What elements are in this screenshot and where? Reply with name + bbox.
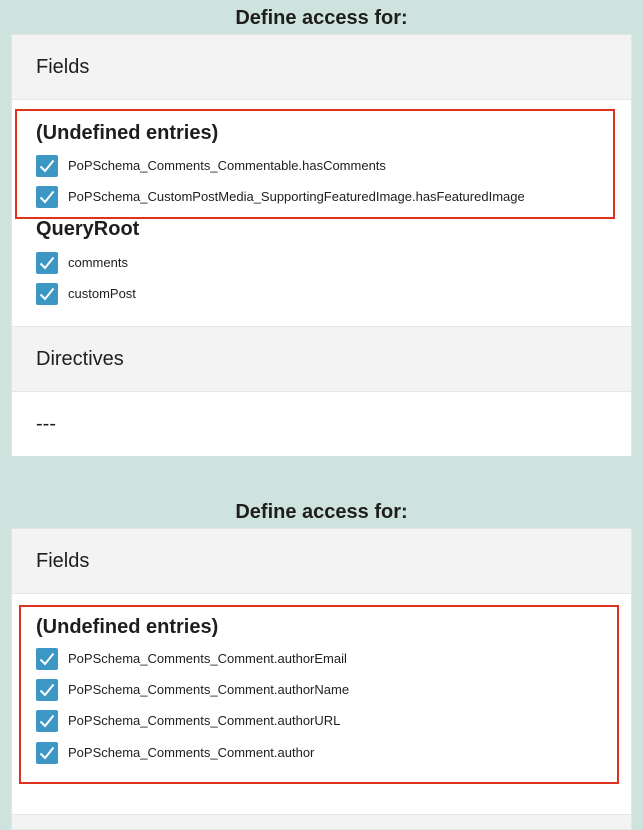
- checkbox-checked-icon[interactable]: [36, 647, 58, 670]
- checkbox-checked-icon[interactable]: [36, 741, 58, 764]
- field-label: PoPSchema_Comments_Comment.authorName: [68, 682, 350, 698]
- checkbox-checked-icon[interactable]: [36, 185, 58, 208]
- access-panel: Fields (Undefined entries) PoPSchema_Com…: [11, 34, 632, 456]
- group-title-undefined: (Undefined entries): [36, 616, 219, 638]
- next-section-header: [12, 814, 631, 830]
- field-label: PoPSchema_Comments_Commentable.hasCommen…: [68, 158, 386, 174]
- field-row[interactable]: PoPSchema_Comments_Comment.authorName: [36, 674, 349, 706]
- fields-list: (Undefined entries) PoPSchema_Comments_C…: [12, 100, 631, 326]
- field-row[interactable]: PoPSchema_CustomPostMedia_SupportingFeat…: [36, 181, 525, 213]
- field-row[interactable]: comments: [36, 247, 128, 279]
- field-row[interactable]: customPost: [36, 278, 136, 310]
- checkbox-checked-icon[interactable]: [36, 154, 58, 177]
- directives-header: Directives: [12, 326, 631, 392]
- field-label: PoPSchema_CustomPostMedia_SupportingFeat…: [68, 189, 525, 205]
- access-block-2: Define access for: Fields (Undefined ent…: [0, 494, 643, 830]
- fields-header: Fields: [12, 529, 631, 594]
- checkbox-checked-icon[interactable]: [36, 709, 58, 732]
- fields-header: Fields: [12, 35, 631, 100]
- directives-value: ---: [36, 413, 56, 435]
- field-label: comments: [68, 255, 128, 271]
- group-title-queryroot: QueryRoot: [36, 218, 140, 240]
- access-block-1: Define access for: Fields (Undefined ent…: [0, 0, 643, 456]
- checkbox-checked-icon[interactable]: [36, 282, 58, 305]
- field-label: customPost: [68, 286, 136, 302]
- field-row[interactable]: PoPSchema_Comments_Comment.author: [36, 737, 314, 769]
- field-label: PoPSchema_Comments_Comment.author: [68, 745, 315, 761]
- field-label: PoPSchema_Comments_Comment.authorURL: [68, 713, 341, 729]
- field-row[interactable]: PoPSchema_Comments_Comment.authorURL: [36, 705, 340, 737]
- access-panel: Fields (Undefined entries) PoPSchema_Com…: [11, 528, 632, 830]
- block-title: Define access for:: [235, 7, 408, 29]
- field-label: PoPSchema_Comments_Comment.authorEmail: [68, 651, 347, 667]
- fields-list: (Undefined entries) PoPSchema_Comments_C…: [12, 594, 631, 814]
- block-title: Define access for:: [235, 501, 408, 523]
- field-row[interactable]: PoPSchema_Comments_Commentable.hasCommen…: [36, 150, 386, 182]
- field-row[interactable]: PoPSchema_Comments_Comment.authorEmail: [36, 643, 347, 675]
- checkbox-checked-icon[interactable]: [36, 251, 58, 274]
- checkbox-checked-icon[interactable]: [36, 678, 58, 701]
- group-title-undefined: (Undefined entries): [36, 122, 219, 144]
